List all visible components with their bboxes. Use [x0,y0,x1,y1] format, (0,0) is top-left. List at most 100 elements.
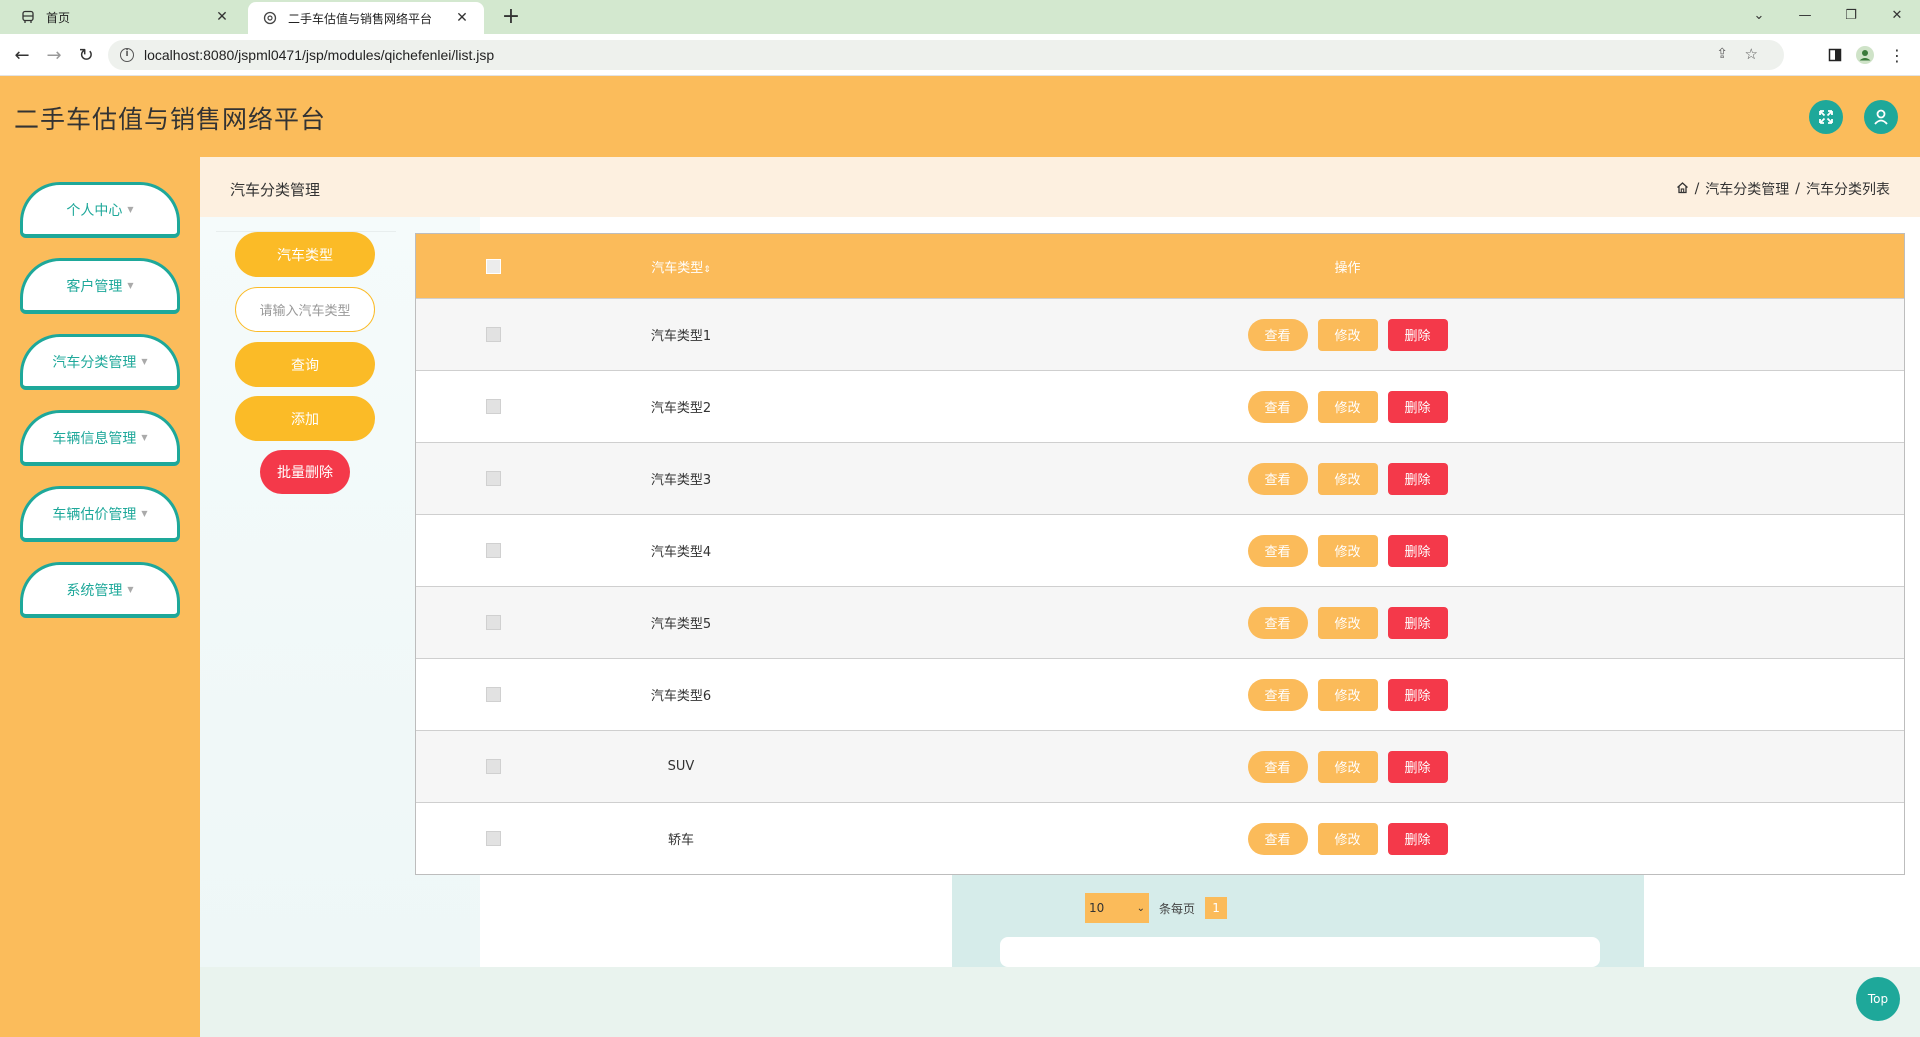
profile-icon[interactable] [1854,44,1876,66]
delete-button[interactable]: 删除 [1387,534,1448,567]
close-icon[interactable]: ✕ [454,10,470,26]
close-window-icon[interactable]: ✕ [1874,0,1920,30]
caret-down-icon: ▼ [141,357,148,366]
edit-button[interactable]: 修改 [1317,822,1378,855]
breadcrumb-item: 汽车分类列表 [1806,182,1890,198]
sidebar-item-vehicle-info[interactable]: 车辆信息管理 ▼ [20,410,180,466]
sidebar-item-personal-center[interactable]: 个人中心 ▼ [20,182,180,238]
url-text: localhost:8080/jspml0471/jsp/modules/qic… [144,47,495,63]
row-checkbox[interactable] [486,831,501,846]
back-icon[interactable]: ← [10,43,34,67]
browser-tab-home[interactable]: 首页 ✕ [6,0,244,34]
edit-button[interactable]: 修改 [1317,606,1378,639]
forward-icon[interactable]: → [42,43,66,67]
table-header: 汽车类型⇕ 操作 [416,234,1904,298]
sidebar: 个人中心 ▼ 客户管理 ▼ 汽车分类管理 ▼ 车辆信息管理 ▼ 车辆估价管理 ▼ 系统管理… [0,157,200,1037]
info-icon[interactable]: i [120,48,134,62]
car-type-cell: 汽车类型4 [650,545,712,560]
view-button[interactable]: 查看 [1247,534,1308,567]
delete-button[interactable]: 删除 [1387,606,1448,639]
batch-delete-button[interactable]: 批量删除 [260,450,350,494]
caret-down-icon: ▼ [127,585,134,594]
view-button[interactable]: 查看 [1247,822,1308,855]
delete-button[interactable]: 删除 [1387,318,1448,351]
select-all-checkbox[interactable] [486,258,501,274]
row-checkbox[interactable] [486,687,501,702]
edit-button[interactable]: 修改 [1317,462,1378,495]
browser-tab-active[interactable]: 二手车估值与销售网络平台 ✕ [248,2,484,34]
browser-tab-bar: 首页 ✕ 二手车估值与销售网络平台 ✕ + ⌄ — ❐ ✕ [0,0,1920,34]
close-icon[interactable]: ✕ [214,9,230,25]
breadcrumb-separator: / [1694,181,1700,197]
view-button[interactable]: 查看 [1247,750,1308,783]
edit-button[interactable]: 修改 [1317,318,1378,351]
row-checkbox[interactable] [486,759,501,774]
delete-button[interactable]: 删除 [1387,462,1448,495]
edit-button[interactable]: 修改 [1317,678,1378,711]
row-checkbox[interactable] [486,543,501,558]
row-checkbox[interactable] [486,471,501,486]
restore-icon[interactable]: ❐ [1828,0,1874,30]
view-button[interactable]: 查看 [1247,462,1308,495]
car-type-cell: 汽车类型6 [650,689,712,704]
app-title: 二手车估值与销售网络平台 [14,105,327,134]
delete-button[interactable]: 删除 [1387,678,1448,711]
edit-button[interactable]: 修改 [1317,390,1378,423]
back-to-top-button[interactable]: Top [1856,977,1900,1021]
edit-button[interactable]: 修改 [1317,750,1378,783]
delete-button[interactable]: 删除 [1387,390,1448,423]
view-button[interactable]: 查看 [1247,678,1308,711]
caret-down-icon: ▼ [127,281,134,290]
user-button[interactable] [1864,100,1898,134]
add-button[interactable]: 添加 [235,396,375,441]
star-icon[interactable]: ☆ [1745,45,1758,63]
edit-button[interactable]: 修改 [1317,534,1378,567]
query-button[interactable]: 查询 [235,342,375,387]
sidebar-item-system[interactable]: 系统管理 ▼ [20,562,180,618]
caret-down-icon: ▼ [127,205,134,214]
column-header-label: 汽车类型 [651,260,704,276]
car-category-table: 汽车类型⇕ 操作 汽车类型1 查看 修改 删除 汽车类型2 查看 修改 删除 汽车类型3 查看 修改… [415,233,1905,875]
more-menu-icon[interactable]: ⋮ [1886,44,1908,66]
sidebar-toggle-icon[interactable] [1824,44,1846,66]
column-header-type[interactable]: 汽车类型⇕ [571,257,791,276]
new-tab-icon[interactable]: + [498,4,524,30]
table-row: 汽车类型2 查看 修改 删除 [416,370,1904,442]
delete-button[interactable]: 删除 [1387,750,1448,783]
car-type-search-input[interactable]: 请输入汽车类型 [235,287,375,332]
sidebar-item-vehicle-valuation[interactable]: 车辆估价管理 ▼ [20,486,180,542]
table-row: SUV 查看 修改 删除 [416,730,1904,802]
row-checkbox[interactable] [486,615,501,630]
home-icon[interactable] [1676,181,1689,198]
delete-button[interactable]: 删除 [1387,822,1448,855]
sidebar-item-customer[interactable]: 客户管理 ▼ [20,258,180,314]
table-row: 汽车类型6 查看 修改 删除 [416,658,1904,730]
url-input[interactable]: i localhost:8080/jspml0471/jsp/modules/q… [108,40,1784,70]
app-header: 二手车估值与销售网络平台 [0,76,1920,157]
chevron-down-icon[interactable]: ⌄ [1736,0,1782,30]
sort-icon[interactable]: ⇕ [703,265,711,275]
pagination: 10 ⌄ 条每页 1 [1085,893,1228,923]
row-checkbox[interactable] [486,327,501,342]
share-icon[interactable]: ⇪ [1716,46,1728,62]
row-checkbox[interactable] [486,399,501,414]
page-size-select[interactable]: 10 ⌄ [1085,893,1149,923]
fullscreen-button[interactable] [1809,100,1843,134]
page-size-value: 10 [1089,901,1105,915]
car-type-cell: SUV [667,759,695,774]
car-type-cell: 汽车类型2 [650,401,712,416]
view-button[interactable]: 查看 [1247,318,1308,351]
minimize-icon[interactable]: — [1782,0,1828,30]
sidebar-item-label: 车辆信息管理 [52,430,137,447]
reload-icon[interactable]: ↻ [74,43,98,67]
sidebar-item-car-category[interactable]: 汽车分类管理 ▼ [20,334,180,390]
breadcrumb-item[interactable]: 汽车分类管理 [1705,179,1789,199]
view-button[interactable]: 查看 [1247,390,1308,423]
sidebar-item-label: 个人中心 [66,202,123,219]
page-number[interactable]: 1 [1205,897,1228,919]
car-type-cell: 汽车类型3 [650,473,712,488]
page-title: 汽车分类管理 [230,181,321,199]
car-type-cell: 汽车类型1 [650,329,712,344]
sidebar-item-label: 车辆估价管理 [52,506,137,523]
view-button[interactable]: 查看 [1247,606,1308,639]
